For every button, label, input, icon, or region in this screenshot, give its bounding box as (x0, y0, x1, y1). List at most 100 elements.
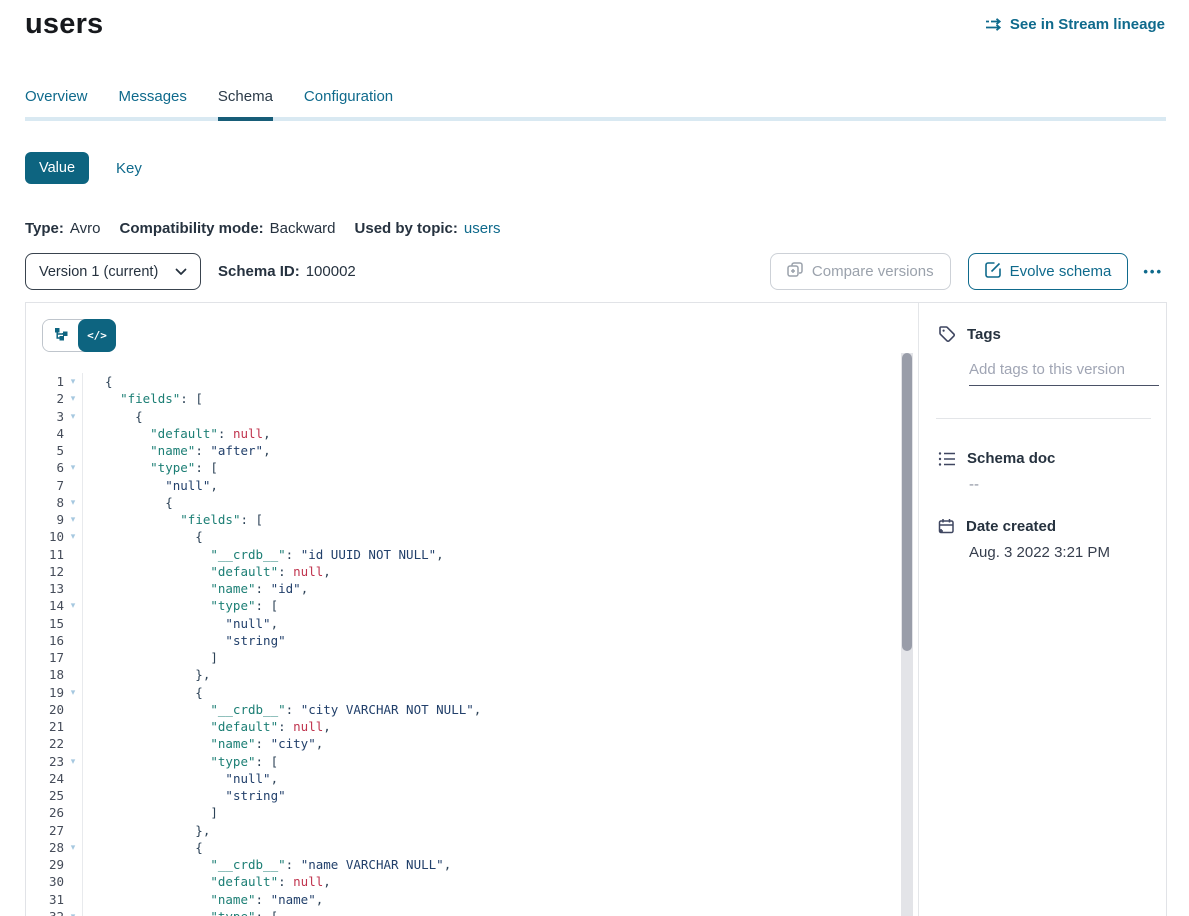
editor-scrollbar-thumb[interactable] (902, 353, 912, 651)
code-line: 25 "string" (26, 787, 918, 804)
fold-gutter-spacer (64, 804, 82, 821)
code-line: 6▾ "type": [ (26, 459, 918, 476)
compatibility-value: Backward (270, 220, 336, 237)
fold-toggle-icon[interactable]: ▾ (64, 390, 82, 407)
code-line: 31 "name": "name", (26, 891, 918, 908)
code-line: 17 ] (26, 649, 918, 666)
used-by-topic-group: Used by topic: users (355, 220, 501, 237)
topic-link[interactable]: users (464, 220, 501, 237)
line-number: 2 (26, 390, 64, 407)
schema-panel: </> 1▾{2▾ "fields": [3▾ {4 "default": nu… (25, 302, 1167, 916)
fold-toggle-icon[interactable]: ▾ (64, 459, 82, 476)
sidebar-divider (936, 418, 1151, 419)
code-text: "__crdb__": "name VARCHAR NULL", (82, 856, 918, 873)
line-number: 8 (26, 494, 64, 511)
code-line: 27 }, (26, 822, 918, 839)
code-line: 12 "default": null, (26, 563, 918, 580)
code-text: "name": "name", (82, 891, 918, 908)
value-toggle-button[interactable]: Value (25, 152, 89, 184)
line-number: 6 (26, 459, 64, 476)
fold-gutter-spacer (64, 546, 82, 563)
schema-code-editor[interactable]: </> 1▾{2▾ "fields": [3▾ {4 "default": nu… (26, 303, 918, 916)
schema-doc-value: -- (969, 476, 1150, 493)
tree-view-button[interactable] (43, 320, 79, 351)
page-title: users (25, 8, 103, 41)
fold-toggle-icon[interactable]: ▾ (64, 753, 82, 770)
fold-toggle-icon[interactable]: ▾ (64, 908, 82, 916)
fold-gutter-spacer (64, 873, 82, 890)
fold-gutter-spacer (64, 425, 82, 442)
fold-toggle-icon[interactable]: ▾ (64, 408, 82, 425)
evolve-schema-button[interactable]: Evolve schema (968, 253, 1129, 290)
code-text: "string" (82, 787, 918, 804)
fold-gutter-spacer (64, 891, 82, 908)
version-bar: Version 1 (current) Schema ID: 100002 (25, 253, 1165, 290)
code-text: }, (82, 822, 918, 839)
compatibility-label: Compatibility mode: (119, 220, 263, 237)
code-view-icon: </> (87, 329, 107, 342)
code-text: "string" (82, 632, 918, 649)
code-line: 32▾ "type": [ (26, 908, 918, 916)
value-key-toggle: Value Key (25, 152, 142, 184)
list-icon (938, 451, 956, 467)
code-text: ] (82, 804, 918, 821)
tags-heading-label: Tags (967, 326, 1001, 343)
fold-toggle-icon[interactable]: ▾ (64, 839, 82, 856)
code-line: 13 "name": "id", (26, 580, 918, 597)
fold-toggle-icon[interactable]: ▾ (64, 528, 82, 545)
compatibility-group: Compatibility mode: Backward (119, 220, 335, 237)
key-toggle-link[interactable]: Key (116, 160, 142, 177)
code-line: 21 "default": null, (26, 718, 918, 735)
editor-scrollbar-track[interactable] (901, 353, 913, 916)
code-text: { (82, 528, 918, 545)
add-tags-input[interactable] (969, 359, 1159, 386)
code-text: "default": null, (82, 718, 918, 735)
code-line: 14▾ "type": [ (26, 597, 918, 614)
code-text: "type": [ (82, 908, 918, 916)
line-number: 24 (26, 770, 64, 787)
see-in-stream-lineage-link[interactable]: See in Stream lineage (985, 16, 1165, 33)
code-line: 23▾ "type": [ (26, 753, 918, 770)
code-line: 2▾ "fields": [ (26, 390, 918, 407)
tab-messages[interactable]: Messages (119, 88, 187, 117)
date-created-value: Aug. 3 2022 3:21 PM (969, 544, 1150, 561)
code-text: "type": [ (82, 597, 918, 614)
line-number: 23 (26, 753, 64, 770)
code-text: { (82, 684, 918, 701)
more-actions-button[interactable]: ••• (1141, 260, 1165, 283)
tab-schema[interactable]: Schema (218, 88, 273, 121)
line-number: 29 (26, 856, 64, 873)
code-line: 9▾ "fields": [ (26, 511, 918, 528)
line-number: 5 (26, 442, 64, 459)
version-select[interactable]: Version 1 (current) (25, 253, 201, 290)
code-line: 22 "name": "city", (26, 735, 918, 752)
fold-toggle-icon[interactable]: ▾ (64, 511, 82, 528)
fold-gutter-spacer (64, 787, 82, 804)
compare-versions-button[interactable]: Compare versions (770, 253, 951, 290)
fold-toggle-icon[interactable]: ▾ (64, 597, 82, 614)
editor-view-toggle: </> (42, 319, 116, 352)
code-line: 11 "__crdb__": "id UUID NOT NULL", (26, 546, 918, 563)
tab-overview[interactable]: Overview (25, 88, 88, 117)
fold-toggle-icon[interactable]: ▾ (64, 684, 82, 701)
tab-configuration[interactable]: Configuration (304, 88, 393, 117)
line-number: 17 (26, 649, 64, 666)
line-number: 21 (26, 718, 64, 735)
code-line: 20 "__crdb__": "city VARCHAR NOT NULL", (26, 701, 918, 718)
fold-gutter-spacer (64, 563, 82, 580)
line-number: 12 (26, 563, 64, 580)
code-line: 28▾ { (26, 839, 918, 856)
code-text: "default": null, (82, 873, 918, 890)
line-number: 9 (26, 511, 64, 528)
type-group: Type: Avro (25, 220, 100, 237)
fold-toggle-icon[interactable]: ▾ (64, 494, 82, 511)
code-text: "default": null, (82, 563, 918, 580)
fold-gutter-spacer (64, 856, 82, 873)
line-number: 7 (26, 477, 64, 494)
code-text: ] (82, 649, 918, 666)
code-line: 16 "string" (26, 632, 918, 649)
fold-gutter-spacer (64, 477, 82, 494)
fold-toggle-icon[interactable]: ▾ (64, 373, 82, 390)
code-line: 8▾ { (26, 494, 918, 511)
code-view-button[interactable]: </> (78, 319, 116, 352)
